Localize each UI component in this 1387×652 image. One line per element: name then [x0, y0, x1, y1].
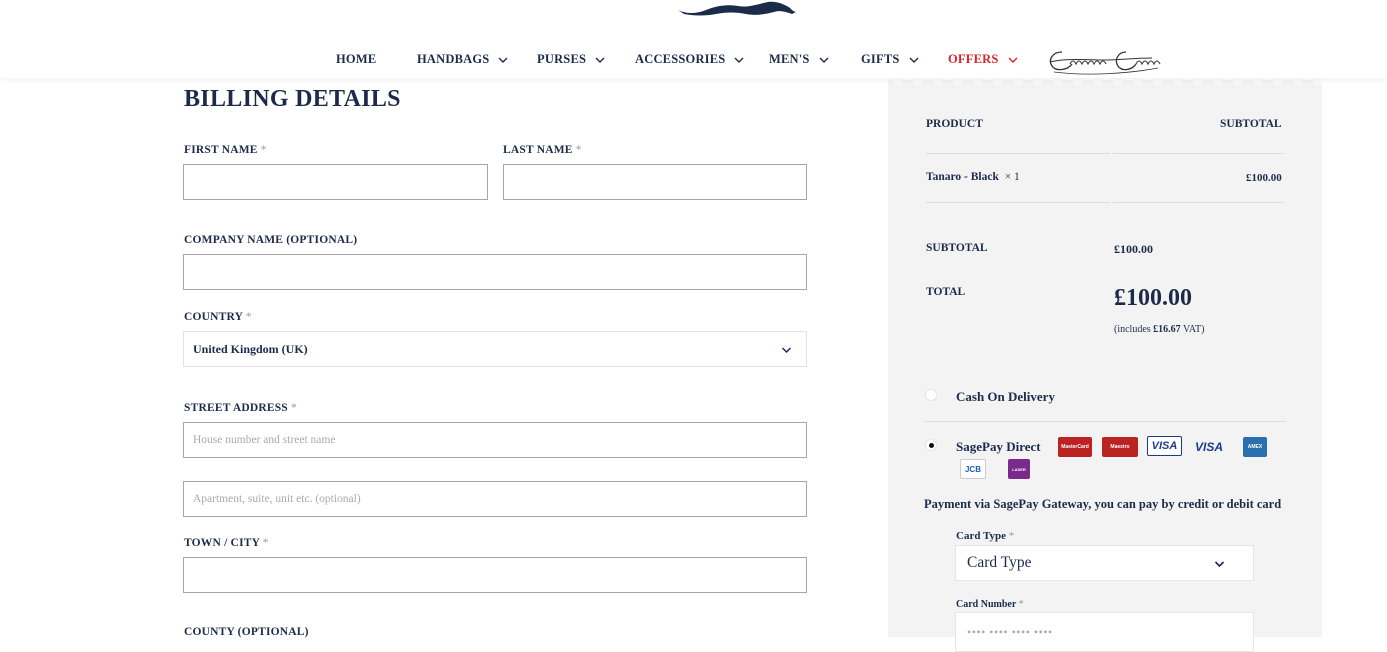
first-name-input[interactable]: [183, 164, 488, 200]
town-city-label: TOWN / CITY *: [184, 537, 269, 549]
jcb-icon: JCB: [960, 459, 986, 479]
chevron-down-icon: [498, 57, 508, 63]
card-number-label: Card Number *: [956, 599, 1024, 610]
laser-icon: LASER: [1008, 459, 1030, 479]
card-type-select[interactable]: Card Type: [955, 545, 1254, 581]
mastercard-icon: MasterCard: [1058, 437, 1092, 457]
chevron-down-icon: [781, 347, 792, 354]
visa-debit-icon: VISA: [1147, 436, 1182, 456]
sagepay-description: Payment via SagePay Gateway, you can pay…: [924, 497, 1282, 511]
street-address-input[interactable]: House number and street name: [183, 422, 807, 458]
chevron-down-icon: [909, 57, 919, 63]
chevron-down-icon: [595, 57, 605, 63]
divider: [1113, 202, 1284, 203]
street-address-label: STREET ADDRESS *: [184, 402, 297, 414]
total-value: £100.00: [1114, 285, 1192, 311]
sagepay-radio[interactable]: [925, 439, 937, 451]
last-name-label: LAST NAME *: [503, 144, 582, 156]
nav-item-home[interactable]: HOME: [336, 52, 376, 67]
divider: [926, 202, 1110, 203]
site-header: HOME HANDBAGS PURSES ACCESSORIES MEN'S G…: [0, 0, 1387, 78]
subtotal-label: SUBTOTAL: [926, 242, 988, 254]
chevron-down-icon: [734, 57, 744, 63]
cash-on-delivery-radio[interactable]: [925, 389, 937, 401]
chevron-down-icon: [819, 57, 829, 63]
subtotal-value: £100.00: [1114, 242, 1153, 256]
last-name-input[interactable]: [503, 164, 807, 200]
running-hound-logo-icon[interactable]: [676, 0, 798, 18]
company-name-input[interactable]: [183, 254, 807, 290]
nav-item-accessories[interactable]: ACCESSORIES: [635, 52, 744, 67]
castellana-couture-logo-icon[interactable]: [1046, 46, 1164, 78]
divider: [926, 153, 1110, 154]
nav-item-gifts[interactable]: GIFTS: [861, 52, 919, 67]
product-price: £100.00: [1246, 172, 1282, 184]
country-select[interactable]: United Kingdom (UK): [183, 331, 807, 367]
first-name-label: FIRST NAME *: [184, 144, 267, 156]
county-label: COUNTY (OPTIONAL): [184, 626, 309, 638]
chevron-down-icon: [1008, 57, 1018, 63]
product-quantity: × 1: [1004, 171, 1020, 183]
card-type-label: Card Type *: [956, 530, 1015, 542]
nav-item-purses[interactable]: PURSES: [537, 52, 605, 67]
street-address-2-placeholder: Apartment, suite, unit etc. (optional): [193, 493, 361, 505]
vat-note: (includes £16.67 VAT): [1114, 324, 1205, 335]
card-number-placeholder: •••• •••• •••• ••••: [967, 624, 1053, 639]
divider: [924, 421, 1286, 422]
nav-item-mens[interactable]: MEN'S: [769, 52, 829, 67]
card-number-input[interactable]: •••• •••• •••• ••••: [955, 612, 1254, 652]
company-name-label: COMPANY NAME (OPTIONAL): [184, 234, 358, 246]
nav-item-handbags[interactable]: HANDBAGS: [417, 52, 508, 67]
subtotal-column-header: SUBTOTAL: [1220, 118, 1282, 130]
nav-item-offers[interactable]: OFFERS: [948, 52, 1018, 67]
billing-details-title: BILLING DETAILS: [184, 86, 401, 112]
product-line: Tanaro - Black × 1: [926, 171, 1020, 183]
product-column-header: PRODUCT: [926, 118, 983, 130]
divider: [1113, 153, 1284, 154]
town-city-input[interactable]: [183, 557, 807, 593]
chevron-down-icon: [1214, 561, 1225, 568]
card-type-value: Card Type: [967, 554, 1032, 571]
amex-icon: AMEX: [1243, 437, 1267, 457]
visa-icon: VISA: [1194, 440, 1223, 454]
total-label: TOTAL: [926, 286, 966, 298]
product-name: Tanaro - Black: [926, 171, 999, 183]
country-label: COUNTRY *: [184, 311, 252, 323]
country-value: United Kingdom (UK): [193, 341, 308, 356]
street-address-2-input[interactable]: Apartment, suite, unit etc. (optional): [183, 481, 807, 517]
cash-on-delivery-label[interactable]: Cash On Delivery: [956, 389, 1055, 405]
maestro-icon: Maestro: [1102, 437, 1138, 457]
street-address-placeholder: House number and street name: [193, 434, 336, 446]
sagepay-label[interactable]: SagePay Direct: [956, 439, 1041, 455]
